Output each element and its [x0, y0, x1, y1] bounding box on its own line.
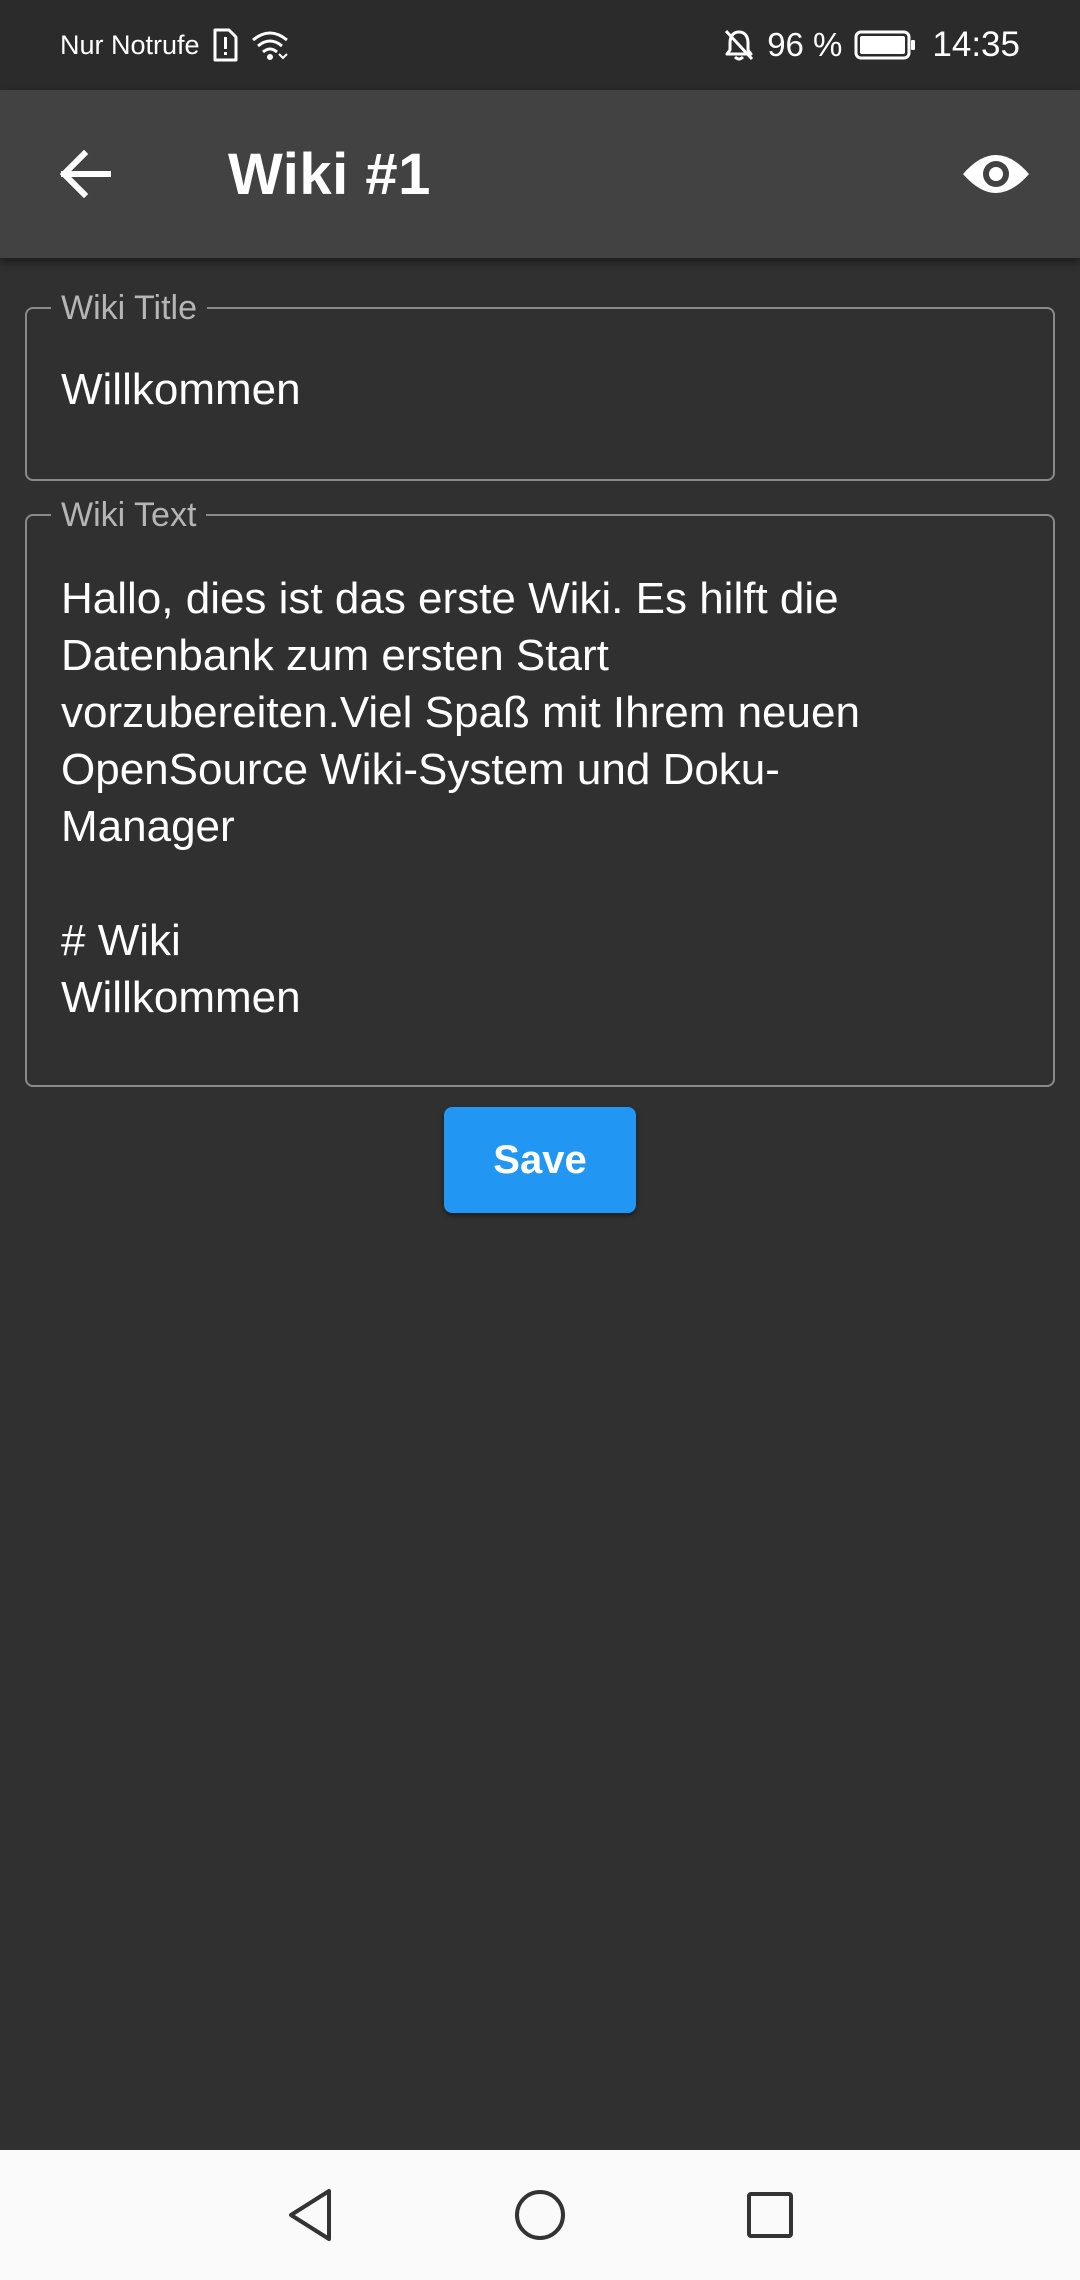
- nav-back-button[interactable]: [195, 2150, 425, 2280]
- battery-percent: 96 %: [767, 26, 843, 63]
- sim-alert-icon: [212, 28, 238, 62]
- wiki-title-field[interactable]: Wiki Title Willkommen: [25, 289, 1055, 481]
- wiki-title-label: Wiki Title: [51, 289, 207, 327]
- wiki-title-input[interactable]: Willkommen: [61, 365, 301, 415]
- preview-button[interactable]: [958, 136, 1034, 212]
- nav-home-button[interactable]: [425, 2150, 655, 2280]
- clock: 14:35: [932, 25, 1020, 64]
- wiki-edit-form: Wiki Title Willkommen Wiki Text Hallo, d…: [0, 258, 1080, 2150]
- nav-recents-button[interactable]: [655, 2150, 885, 2280]
- battery-icon: [854, 30, 916, 60]
- arrow-left-icon: [60, 150, 112, 198]
- app-bar: Wiki #1: [0, 90, 1080, 258]
- page-title: Wiki #1: [228, 141, 431, 207]
- back-button[interactable]: [54, 142, 118, 206]
- save-button[interactable]: Save: [444, 1107, 636, 1213]
- wiki-text-input[interactable]: Hallo, dies ist das erste Wiki. Es hilft…: [61, 570, 1013, 1026]
- carrier-label: Nur Notrufe: [60, 29, 200, 60]
- wiki-text-label: Wiki Text: [51, 496, 207, 534]
- wifi-icon: [250, 28, 290, 62]
- system-navigation-bar: [0, 2150, 1080, 2280]
- back-triangle-icon: [285, 2187, 335, 2243]
- status-left: Nur Notrufe: [60, 28, 290, 62]
- home-circle-icon: [512, 2187, 568, 2243]
- status-bar: Nur Notrufe 96 % 14:35: [0, 0, 1080, 90]
- bell-off-icon: [723, 28, 755, 62]
- status-right: 96 % 14:35: [723, 25, 1020, 65]
- eye-icon: [961, 150, 1031, 198]
- wiki-text-field[interactable]: Wiki Text Hallo, dies ist das erste Wiki…: [25, 496, 1055, 1087]
- recents-square-icon: [744, 2189, 796, 2241]
